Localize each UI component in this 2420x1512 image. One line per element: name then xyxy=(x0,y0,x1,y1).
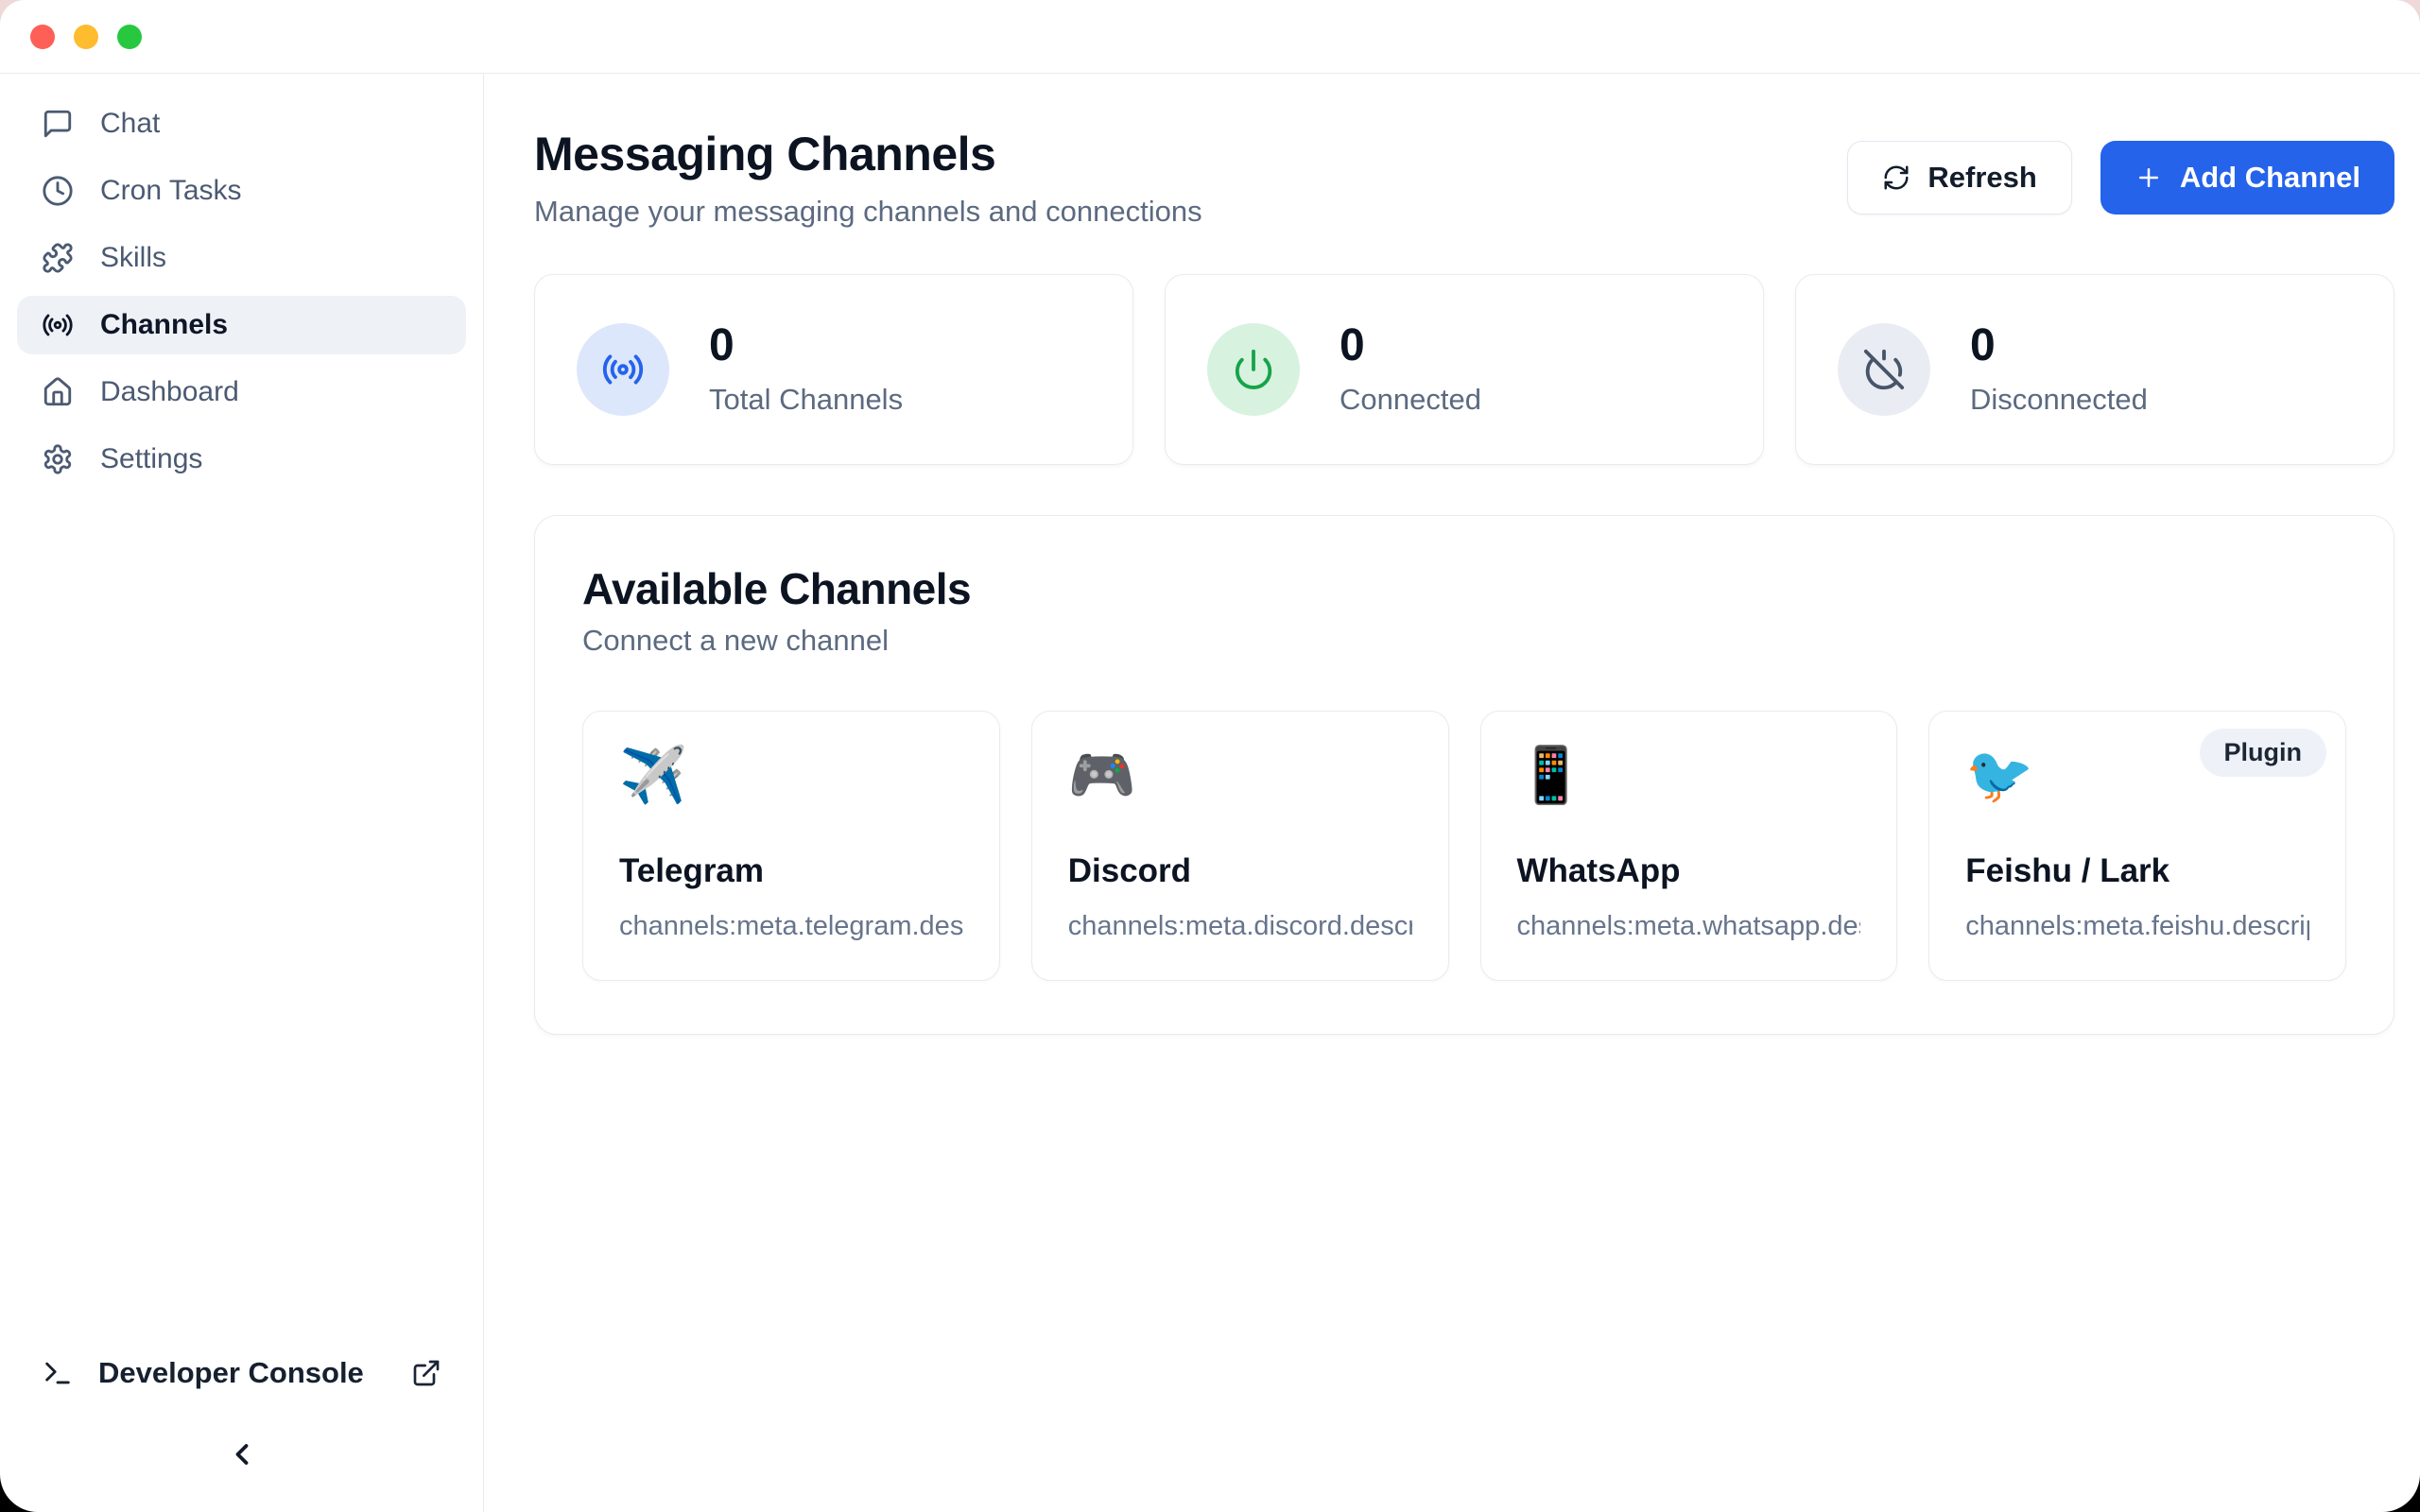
power-icon xyxy=(1232,348,1275,391)
channel-name: WhatsApp xyxy=(1517,852,1861,890)
channel-description: channels:meta.discord.description xyxy=(1068,911,1412,942)
stat-value: 0 xyxy=(1340,323,1481,369)
add-channel-button-label: Add Channel xyxy=(2180,161,2360,195)
sidebar-item-chat[interactable]: Chat xyxy=(17,94,466,153)
channel-card-whatsapp[interactable]: 📱 WhatsApp channels:meta.whatsapp.descri… xyxy=(1480,711,1898,981)
sidebar: Chat Cron Tasks Skills Channels xyxy=(0,74,484,1512)
app-window: Chat Cron Tasks Skills Channels xyxy=(0,0,2420,1512)
channel-name: Telegram xyxy=(619,852,963,890)
channel-description: channels:meta.telegram.description xyxy=(619,911,963,942)
page-title: Messaging Channels xyxy=(534,127,1202,181)
page-header: Messaging Channels Manage your messaging… xyxy=(534,127,2394,229)
refresh-icon xyxy=(1882,163,1910,192)
traffic-light-close-button[interactable] xyxy=(30,25,55,49)
stat-icon-circle xyxy=(1838,323,1930,416)
stat-card-connected: 0 Connected xyxy=(1165,274,1764,465)
channel-description: channels:meta.feishu.description xyxy=(1965,911,2309,942)
stat-icon-circle xyxy=(1207,323,1300,416)
stat-value: 0 xyxy=(1970,323,2148,369)
developer-console-button[interactable]: Developer Console xyxy=(17,1343,466,1403)
refresh-button-label: Refresh xyxy=(1927,161,2036,195)
channel-description: channels:meta.whatsapp.description xyxy=(1517,911,1861,942)
stat-label: Connected xyxy=(1340,383,1481,417)
stat-icon-circle xyxy=(577,323,669,416)
stats-row: 0 Total Channels 0 Connected xyxy=(534,274,2394,465)
game-controller-emoji-icon: 🎮 xyxy=(1068,744,1412,807)
sidebar-item-dashboard[interactable]: Dashboard xyxy=(17,363,466,421)
puzzle-icon xyxy=(42,242,74,274)
traffic-light-zoom-button[interactable] xyxy=(117,25,142,49)
stat-card-total-channels: 0 Total Channels xyxy=(534,274,1133,465)
main-content: Messaging Channels Manage your messaging… xyxy=(484,74,2420,1512)
plus-icon xyxy=(2135,163,2163,192)
sidebar-item-label: Channels xyxy=(100,309,228,341)
sidebar-footer: Developer Console xyxy=(17,1343,466,1480)
sidebar-item-skills[interactable]: Skills xyxy=(17,229,466,287)
channels-grid: ✈️ Telegram channels:meta.telegram.descr… xyxy=(582,711,2346,981)
available-channels-subtitle: Connect a new channel xyxy=(582,624,2346,658)
terminal-icon xyxy=(42,1357,74,1389)
power-off-icon xyxy=(1862,348,1906,391)
sidebar-collapse-button[interactable] xyxy=(214,1432,270,1480)
sidebar-item-label: Dashboard xyxy=(100,376,239,408)
available-channels-panel: Available Channels Connect a new channel… xyxy=(534,515,2394,1035)
page-subtitle: Manage your messaging channels and conne… xyxy=(534,195,1202,229)
titlebar xyxy=(0,0,2420,74)
channel-card-feishu[interactable]: Plugin 🐦 Feishu / Lark channels:meta.fei… xyxy=(1928,711,2346,981)
external-link-icon[interactable] xyxy=(411,1358,441,1388)
sidebar-item-cron-tasks[interactable]: Cron Tasks xyxy=(17,162,466,220)
stat-label: Total Channels xyxy=(709,383,903,417)
channel-name: Discord xyxy=(1068,852,1412,890)
sidebar-item-settings[interactable]: Settings xyxy=(17,430,466,489)
mobile-phone-emoji-icon: 📱 xyxy=(1517,744,1861,807)
sidebar-item-channels[interactable]: Channels xyxy=(17,296,466,354)
refresh-button[interactable]: Refresh xyxy=(1847,141,2071,215)
developer-console-label: Developer Console xyxy=(98,1356,364,1390)
gear-icon xyxy=(42,443,74,475)
radio-icon xyxy=(42,309,74,341)
sidebar-item-label: Cron Tasks xyxy=(100,175,242,207)
sidebar-item-label: Skills xyxy=(100,242,166,274)
stat-card-disconnected: 0 Disconnected xyxy=(1795,274,2394,465)
chevron-left-icon xyxy=(225,1437,259,1471)
traffic-light-minimize-button[interactable] xyxy=(74,25,98,49)
chat-icon xyxy=(42,108,74,140)
airplane-emoji-icon: ✈️ xyxy=(619,744,963,807)
channel-card-telegram[interactable]: ✈️ Telegram channels:meta.telegram.descr… xyxy=(582,711,1000,981)
sidebar-item-label: Chat xyxy=(100,108,160,140)
radio-icon xyxy=(601,348,645,391)
available-channels-title: Available Channels xyxy=(582,563,2346,614)
sidebar-item-label: Settings xyxy=(100,443,202,475)
clock-icon xyxy=(42,175,74,207)
stat-label: Disconnected xyxy=(1970,383,2148,417)
channel-name: Feishu / Lark xyxy=(1965,852,2309,890)
stat-value: 0 xyxy=(709,323,903,369)
plugin-badge: Plugin xyxy=(2200,729,2327,777)
channel-card-discord[interactable]: 🎮 Discord channels:meta.discord.descript… xyxy=(1031,711,1449,981)
home-icon xyxy=(42,376,74,408)
add-channel-button[interactable]: Add Channel xyxy=(2100,141,2394,215)
